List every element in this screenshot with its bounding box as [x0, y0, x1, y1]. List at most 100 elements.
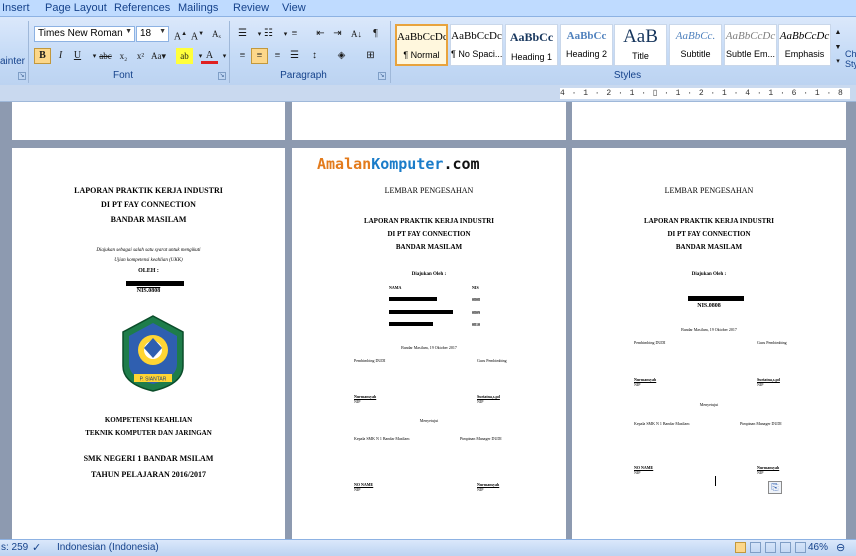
bold-button[interactable]: B [34, 48, 51, 64]
approval-title-1: LAPORAN PRAKTIK KERJA INDUSTRI [363, 217, 495, 225]
clipboard-launcher[interactable]: ↘ [18, 72, 26, 80]
change-styles-label-2[interactable]: Sty [845, 59, 856, 69]
align-center-icon[interactable]: ≡ [251, 48, 268, 64]
watermark-part-3: .com [443, 155, 480, 173]
grow-font-icon[interactable]: A▲ [172, 26, 189, 42]
ribbon: ainter ↘ Times New Roman ▼ 18 ▼ A▲ A▼ Aₓ B… [0, 17, 856, 85]
cover-year: TAHUN PELAJARAN 2016/2017 [91, 470, 206, 479]
tab-page-layout[interactable]: Page Layout [45, 2, 107, 14]
chevron-down-icon[interactable]: ▼ [159, 28, 166, 35]
tab-review[interactable]: Review [233, 2, 269, 14]
zoom-level[interactable]: 46% [808, 542, 828, 553]
tab-view[interactable]: View [282, 2, 306, 14]
approval-heading: LEMBAR PENGESAHAN [384, 186, 474, 195]
line-spacing-icon[interactable]: ↕ [306, 48, 323, 64]
redacted-name [389, 310, 453, 314]
guru-pembimbing: Guru Pembimbing [757, 340, 787, 345]
pilcrow-icon[interactable]: ¶ [367, 26, 384, 42]
web-layout-view-icon[interactable] [765, 542, 776, 553]
pembimbing-dudi: Pembimbing DUDI [354, 358, 386, 363]
school-logo: P. SIANTAR [122, 315, 184, 392]
decrease-indent-icon[interactable]: ⇤ [312, 26, 329, 42]
superscript-button[interactable]: x² [132, 48, 149, 64]
sort-icon[interactable]: A↓ [348, 26, 365, 42]
tab-insert[interactable]: Insert [2, 2, 30, 14]
font-size-value: 18 [140, 28, 152, 39]
font-size-combo[interactable]: 18 ▼ [136, 26, 169, 42]
font-color-dropdown-icon[interactable]: ▾ [216, 48, 233, 64]
group-separator [229, 21, 230, 83]
cover-title-3: BANDAR MASILAM [110, 215, 187, 224]
signer-nip-right: NIP [477, 399, 484, 404]
watermark-part-1: Amalan [317, 155, 372, 173]
multilevel-list-icon[interactable]: ≡ [286, 26, 303, 42]
clear-formatting-icon[interactable]: Aₓ [208, 26, 225, 42]
numbering-icon[interactable]: ☷ [260, 26, 277, 42]
justify-icon[interactable]: ☰ [286, 48, 303, 64]
subscript-button[interactable]: x₂ [115, 48, 132, 64]
shrink-font-icon[interactable]: A▼ [189, 26, 206, 42]
borders-icon[interactable]: ⊞ [362, 48, 379, 64]
styles-group-label: Styles [613, 70, 642, 81]
print-layout-view-icon[interactable] [735, 542, 746, 553]
page-approval-2[interactable]: LEMBAR PENGESAHAN LAPORAN PRAKTIK KERJA … [572, 148, 846, 539]
approval-nis: NIS.0808 [697, 303, 721, 309]
text-cursor [715, 476, 716, 486]
align-left-icon[interactable]: ≡ [234, 48, 251, 64]
nis-value: 0808 [472, 297, 480, 302]
strikethrough-button[interactable]: abc [97, 48, 114, 64]
menyetujui: Menyetujui [419, 418, 439, 423]
style-emphasis[interactable]: AaBbCcDc Emphasis [778, 24, 831, 66]
language-indicator[interactable]: Indonesian (Indonesia) [57, 542, 159, 553]
style-normal[interactable]: AaBbCcDc ¶ Normal [395, 24, 448, 66]
word-count[interactable]: s: 259 [1, 542, 28, 553]
increase-indent-icon[interactable]: ⇥ [329, 26, 346, 42]
change-styles-label[interactable]: Ch [845, 49, 856, 59]
ribbon-tab-bar: Insert Page Layout References Mailings R… [0, 0, 856, 17]
cover-komp-1: KOMPETENSI KEAHLIAN [104, 416, 193, 424]
full-screen-view-icon[interactable] [750, 542, 761, 553]
zoom-out-icon[interactable]: ⊖ [836, 541, 845, 554]
paste-options-icon[interactable]: ⎘ [768, 481, 782, 494]
cover-oleh: OLEH : [138, 268, 159, 274]
style-preview: AaBbCcDc [451, 30, 502, 42]
styles-more-icon[interactable]: ▾ [833, 53, 843, 69]
style-title[interactable]: AaB Title [614, 24, 667, 66]
highlight-icon[interactable]: ab [176, 48, 193, 64]
format-painter-label[interactable]: ainter [0, 56, 25, 67]
style-subtle-emphasis[interactable]: AaBbCcDc Subtle Em... [724, 24, 777, 66]
page-cover[interactable]: LAPORAN PRAKTIK KERJA INDUSTRI DI PT FAY… [12, 148, 285, 539]
draft-view-icon[interactable] [795, 542, 806, 553]
font-name-combo[interactable]: Times New Roman ▼ [34, 26, 135, 42]
underline-button[interactable]: U [69, 48, 86, 64]
styles-scroll-up-icon[interactable]: ▲ [833, 24, 843, 40]
kepala-sekolah: Kepala SMK N 1 Bandar Masilam [354, 436, 410, 441]
tab-mailings[interactable]: Mailings [178, 2, 218, 14]
approval-title-3: BANDAR MASILAM [395, 243, 463, 251]
page-approval-1[interactable]: LEMBAR PENGESAHAN LAPORAN PRAKTIK KERJA … [292, 148, 566, 539]
style-name: ¶ No Spaci... [451, 49, 502, 59]
style-subtitle[interactable]: AaBbCc. Subtitle [669, 24, 722, 66]
horizontal-ruler[interactable]: 4 · 1 · 2 · 1 · ▯ · 1 · 2 · 1 · 4 · 1 · … [0, 85, 856, 102]
outline-view-icon[interactable] [780, 542, 791, 553]
italic-button[interactable]: I [52, 48, 69, 64]
font-launcher[interactable]: ↘ [218, 72, 226, 80]
style-name: Subtle Em... [725, 49, 776, 59]
proofing-icon[interactable]: ✓ [32, 541, 41, 554]
approval-diajukan: Diajukan Oleh : [411, 272, 447, 277]
chevron-down-icon[interactable]: ▼ [125, 28, 132, 35]
status-bar: s: 259 ✓ Indonesian (Indonesia) 46% ⊖ [0, 539, 856, 556]
paragraph-launcher[interactable]: ↘ [378, 72, 386, 80]
tab-references[interactable]: References [114, 2, 170, 14]
shading-icon[interactable]: ◈ [333, 48, 350, 64]
style-no-spacing[interactable]: AaBbCcDc ¶ No Spaci... [450, 24, 503, 66]
pimpinan-dudi: Pimpinan Manager DUDI [460, 436, 502, 441]
font-group-label: Font [112, 70, 133, 81]
change-case-button[interactable]: Aa▾ [150, 48, 167, 64]
approval-title-2: DI PT FAY CONNECTION [667, 230, 751, 238]
approval-title-1: LAPORAN PRAKTIK KERJA INDUSTRI [643, 217, 775, 225]
bullets-icon[interactable]: ☰ [234, 26, 251, 42]
align-right-icon[interactable]: ≡ [269, 48, 286, 64]
style-heading-1[interactable]: AaBbCc Heading 1 [505, 24, 558, 66]
style-heading-2[interactable]: AaBbCc Heading 2 [560, 24, 613, 66]
